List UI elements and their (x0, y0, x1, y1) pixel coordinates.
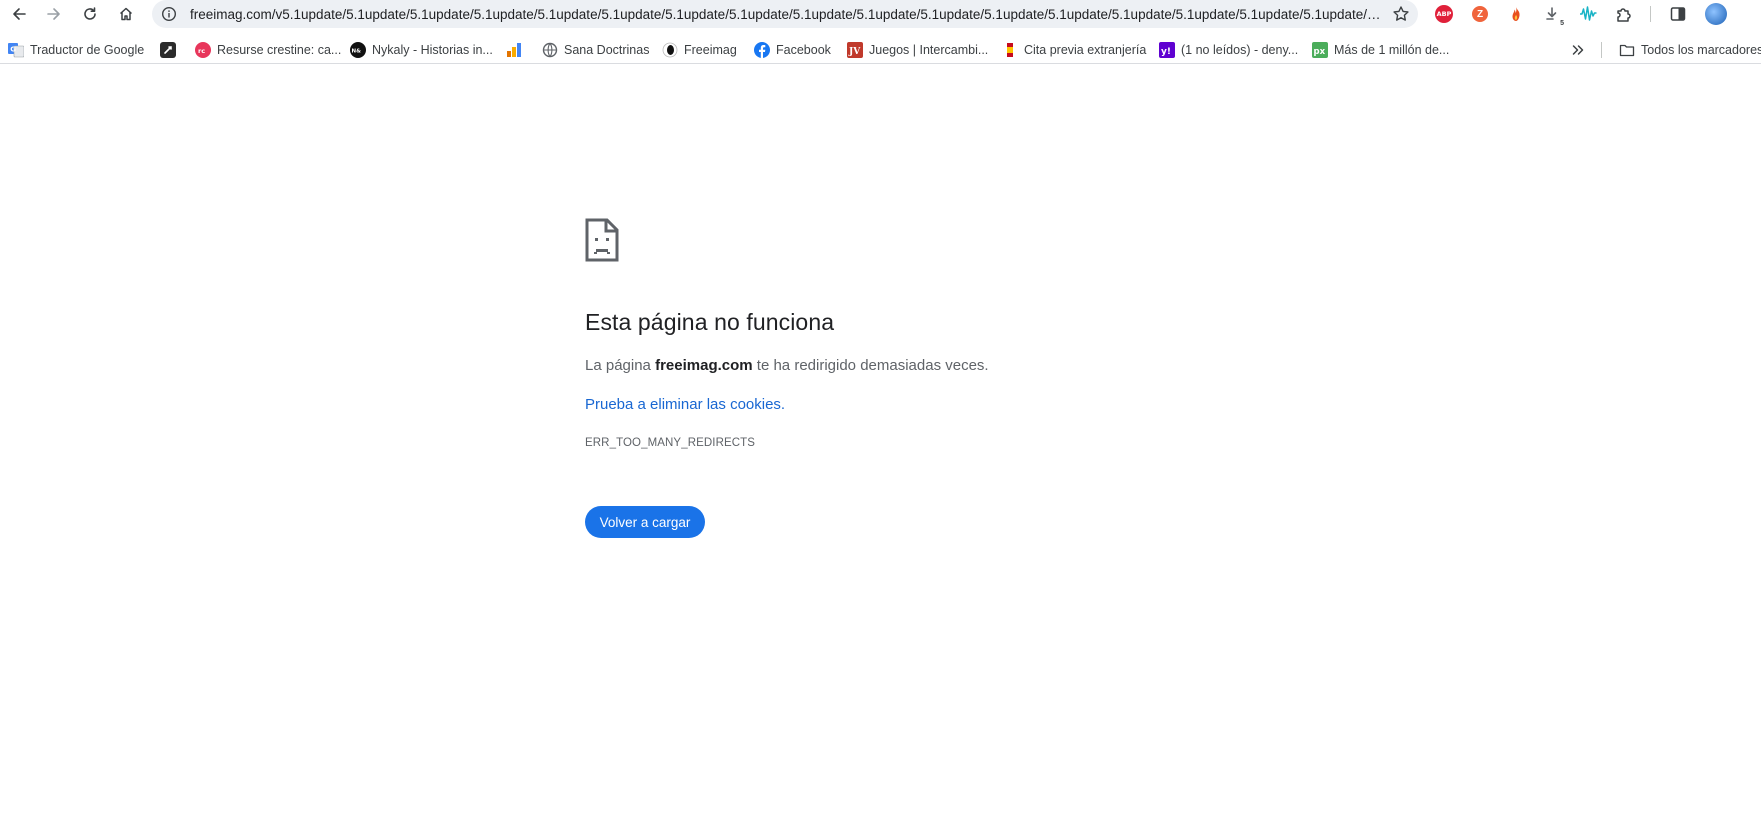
download-extension-icon[interactable]: 5 (1542, 4, 1564, 27)
spain-flag-icon (1002, 42, 1018, 58)
google-translate-icon: G (8, 42, 24, 58)
freeimag-icon (662, 42, 678, 58)
bookmarks-divider (1601, 42, 1602, 58)
error-code: ERR_TOO_MANY_REDIRECTS (585, 437, 756, 449)
bookmark-item[interactable]: Sana Doctrinas (542, 41, 649, 59)
globe-icon (542, 42, 558, 58)
bookmark-item[interactable]: N& Nykaly - Historias in... (350, 41, 493, 59)
juegos-icon: JV (847, 42, 863, 58)
reload-icon[interactable] (78, 2, 102, 26)
bookmark-item[interactable]: rc Resurse crestine: ca... (195, 41, 341, 59)
bookmark-item[interactable]: Freeimag (662, 41, 737, 59)
svg-text:px: px (1314, 47, 1326, 57)
analytics-bars-icon (506, 42, 522, 58)
svg-text:N&: N& (352, 49, 362, 55)
nykaly-icon: N& (350, 42, 366, 58)
reload-button[interactable]: Volver a cargar (585, 506, 705, 538)
toolbar-divider (1650, 6, 1651, 22)
address-bar[interactable]: freeimag.com/v5.1update/5.1update/5.1upd… (152, 0, 1418, 28)
extension-badge: 5 (1560, 20, 1564, 27)
bookmark-item[interactable]: Facebook (754, 41, 831, 59)
bookmarks-bar: G Traductor de Google rc Resurse crestin… (0, 36, 1761, 64)
side-panel-icon[interactable] (1668, 4, 1688, 24)
flame-extension-icon[interactable] (1506, 4, 1526, 24)
bookmark-item[interactable]: y! (1 no leídos) - deny... (1159, 41, 1298, 59)
bookmark-star-icon[interactable] (1392, 5, 1410, 23)
error-title: Esta página no funciona (585, 309, 835, 335)
facebook-icon (754, 42, 770, 58)
forward-icon[interactable] (42, 2, 66, 26)
chevron-double-right-icon[interactable] (1570, 41, 1586, 59)
error-description-prefix: La página (585, 357, 656, 374)
waves-extension-icon[interactable] (1578, 4, 1598, 24)
adblock-plus-icon[interactable]: ABP (1434, 4, 1454, 24)
svg-text:y!: y! (1161, 47, 1171, 57)
bookmark-item[interactable]: JV Juegos | Intercambi... (847, 41, 988, 59)
pixabay-icon: px (1312, 42, 1328, 58)
z-extension-icon[interactable]: Z (1470, 4, 1490, 24)
svg-text:JV: JV (848, 47, 861, 57)
svg-text:rc: rc (198, 47, 205, 55)
profile-avatar[interactable] (1705, 3, 1727, 25)
yahoo-icon: y! (1159, 42, 1175, 58)
bookmark-item[interactable]: Cita previa extranjería (1002, 41, 1146, 59)
clear-cookies-link[interactable]: Prueba a eliminar las cookies. (585, 396, 785, 413)
resurse-icon: rc (195, 42, 211, 58)
error-description-suffix: te ha redirigido demasiadas veces. (752, 357, 989, 374)
sad-document-icon (585, 218, 619, 262)
site-info-icon[interactable] (161, 6, 177, 22)
error-description: La página freeimag.com te ha redirigido … (585, 357, 989, 374)
dark-square-icon (160, 42, 176, 58)
folder-icon (1619, 42, 1635, 58)
bookmark-item[interactable] (160, 41, 182, 59)
puzzle-extensions-icon[interactable] (1614, 4, 1634, 24)
bookmark-item[interactable]: G Traductor de Google (8, 41, 144, 59)
browser-toolbar: freeimag.com/v5.1update/5.1update/5.1upd… (0, 0, 1761, 28)
svg-text:G: G (10, 46, 16, 54)
all-bookmarks-button[interactable]: Todos los marcadores (1619, 41, 1761, 59)
bookmark-item[interactable] (506, 41, 528, 59)
back-icon[interactable] (7, 2, 31, 26)
error-domain: freeimag.com (655, 357, 753, 374)
url-text[interactable]: freeimag.com/v5.1update/5.1update/5.1upd… (190, 7, 1384, 22)
bookmark-item[interactable]: px Más de 1 millón de... (1312, 41, 1449, 59)
home-icon[interactable] (114, 2, 138, 26)
